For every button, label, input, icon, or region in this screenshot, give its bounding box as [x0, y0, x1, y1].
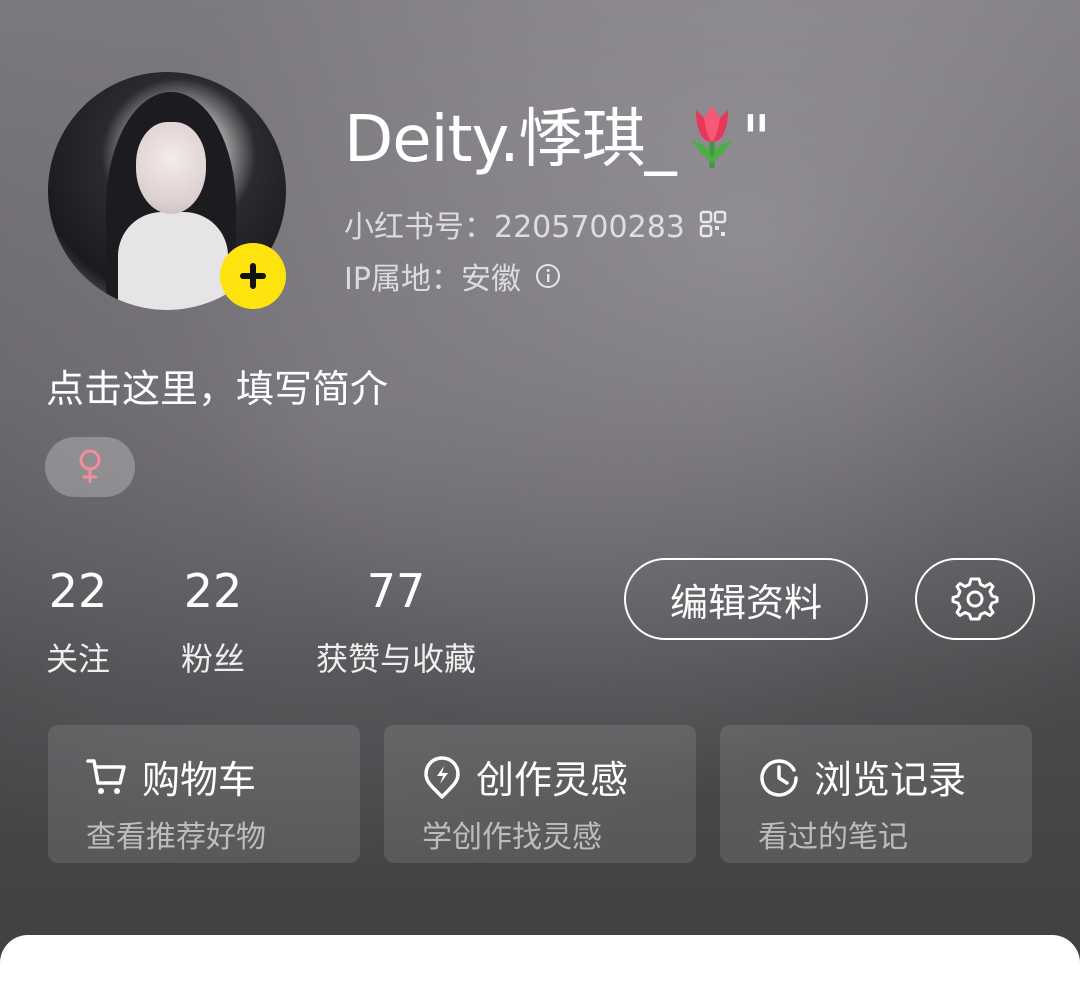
edit-profile-button[interactable]: 编辑资料: [624, 558, 868, 640]
stat-followers-label: 粉丝: [181, 640, 246, 678]
qr-code-icon[interactable]: [699, 210, 727, 238]
stat-followers-value: 22: [183, 564, 243, 618]
shortcut-history-subtitle: 看过的笔记: [758, 820, 908, 855]
clock-icon: [760, 758, 798, 797]
avatar-face: [136, 122, 206, 214]
stat-likes-label: 获赞与收藏: [316, 640, 477, 678]
info-icon[interactable]: [535, 263, 561, 289]
ip-location-value: 安徽: [460, 262, 521, 297]
gear-icon: [951, 577, 999, 621]
stat-likes[interactable]: 77 获赞与收藏: [316, 568, 476, 680]
shortcut-history[interactable]: 浏览记录 看过的笔记: [720, 725, 1032, 863]
settings-button[interactable]: [915, 558, 1035, 640]
bio-text[interactable]: 点击这里，填写简介: [46, 358, 388, 413]
stat-followers[interactable]: 22 粉丝: [181, 568, 245, 680]
username-suffix: ": [741, 103, 771, 177]
shortcut-inspiration-subtitle: 学创作找灵感: [422, 820, 602, 855]
tulip-icon: [682, 100, 742, 186]
stat-following[interactable]: 22 关注: [46, 568, 110, 680]
lightbulb-icon: [424, 755, 460, 799]
gender-tag: [45, 437, 135, 497]
shortcut-cart-subtitle: 查看推荐好物: [86, 820, 266, 855]
account-id-row: 小红书号：2205700283: [344, 202, 727, 246]
female-icon: [79, 449, 101, 483]
username-text: Deity.悸琪_: [344, 103, 677, 177]
shortcut-cart-title: 购物车: [142, 758, 257, 802]
add-avatar-button[interactable]: [220, 243, 286, 309]
ip-label: IP属地：: [344, 262, 461, 297]
stat-likes-value: 77: [366, 564, 426, 618]
shortcut-inspiration[interactable]: 创作灵感 学创作找灵感: [384, 725, 696, 863]
shortcut-cart[interactable]: 购物车 查看推荐好物: [48, 725, 360, 863]
cart-icon: [86, 758, 126, 794]
account-id-label: 小红书号：: [344, 210, 494, 245]
shortcut-inspiration-title: 创作灵感: [476, 758, 629, 802]
plus-icon: [240, 263, 266, 289]
ip-location-row: IP属地：安徽: [344, 254, 561, 298]
content-sheet: [0, 935, 1080, 995]
account-id-value: 2205700283: [494, 210, 685, 245]
stat-following-value: 22: [48, 564, 108, 618]
avatar-shirt: [118, 212, 228, 310]
shortcut-history-title: 浏览记录: [814, 758, 967, 802]
username[interactable]: Deity.悸琪_ ": [344, 88, 771, 186]
stat-following-label: 关注: [46, 640, 111, 678]
